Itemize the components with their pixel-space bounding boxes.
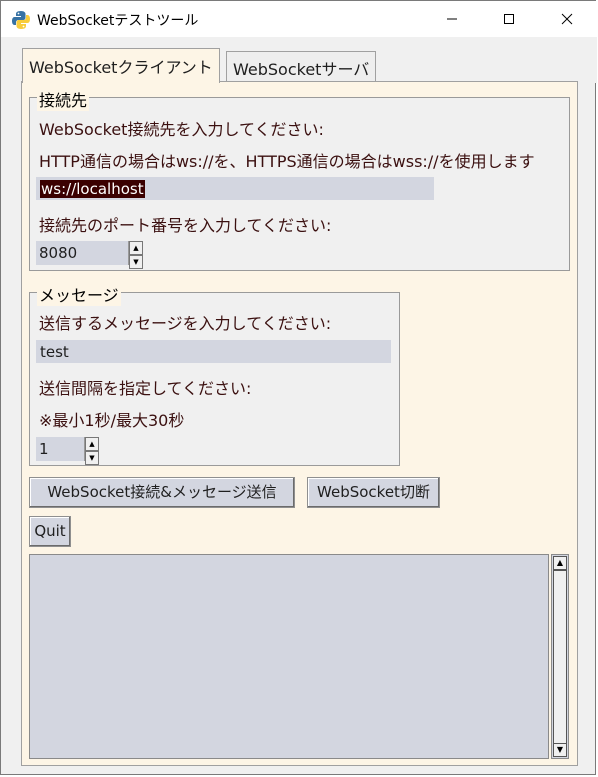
spin-down-icon[interactable]: ▼ [85,451,99,465]
minimize-button[interactable] [423,1,481,37]
message-group-legend: メッセージ [37,282,121,306]
port-spinbox-value: 8080 [39,244,78,262]
protocol-note-label: HTTP通信の場合はws://を、HTTPS通信の場合はwss://を使用します [39,152,535,171]
interval-spin-arrows[interactable]: ▲ ▼ [84,437,99,465]
window-title: WebSocketテストツール [37,13,199,29]
minimize-icon [447,18,457,20]
maximize-button[interactable] [480,1,538,37]
url-input-value: ws://localhost [40,180,145,198]
log-textarea[interactable] [29,554,549,759]
tab-websocket-server[interactable]: WebSocketサーバ [226,51,377,81]
python-icon [12,11,30,29]
close-button[interactable] [538,1,596,37]
scroll-down-icon[interactable]: ▼ [553,743,567,757]
quit-button[interactable]: Quit [29,516,71,547]
port-spinbox[interactable]: 8080 ▲ ▼ [36,241,143,269]
scroll-up-icon[interactable]: ▲ [553,556,567,570]
scroll-thumb[interactable] [553,570,567,745]
interval-spinbox[interactable]: 1 ▲ ▼ [36,437,99,465]
interval-prompt-label: 送信間隔を指定してください: [39,379,252,398]
spin-up-icon[interactable]: ▲ [129,241,143,255]
spin-up-icon[interactable]: ▲ [85,437,99,451]
title-bar[interactable]: WebSocketテストツール [1,1,597,37]
connection-group-legend: 接続先 [37,87,90,111]
url-input[interactable]: ws://localhost [36,177,434,200]
url-prompt-label: WebSocket接続先を入力してください: [39,120,324,139]
message-input[interactable]: test [36,340,391,363]
spin-down-icon[interactable]: ▼ [129,255,143,269]
message-prompt-label: 送信するメッセージを入力してください: [39,314,332,333]
app-window: WebSocketテストツール WebSocketクライアント WebSocke… [0,0,597,775]
connect-send-button[interactable]: WebSocket接続&メッセージ送信 [29,477,295,508]
maximize-icon [504,14,514,24]
message-input-value: test [40,343,69,361]
log-scrollbar[interactable]: ▲ ▼ [551,554,569,759]
port-prompt-label: 接続先のポート番号を入力してください: [39,216,332,235]
interval-spinbox-value: 1 [39,440,49,458]
tab-websocket-client[interactable]: WebSocketクライアント [22,48,220,83]
interval-note-label: ※最小1秒/最大30秒 [39,411,185,430]
port-spin-arrows[interactable]: ▲ ▼ [128,241,143,269]
disconnect-button[interactable]: WebSocket切断 [307,477,440,508]
close-icon [561,13,573,25]
